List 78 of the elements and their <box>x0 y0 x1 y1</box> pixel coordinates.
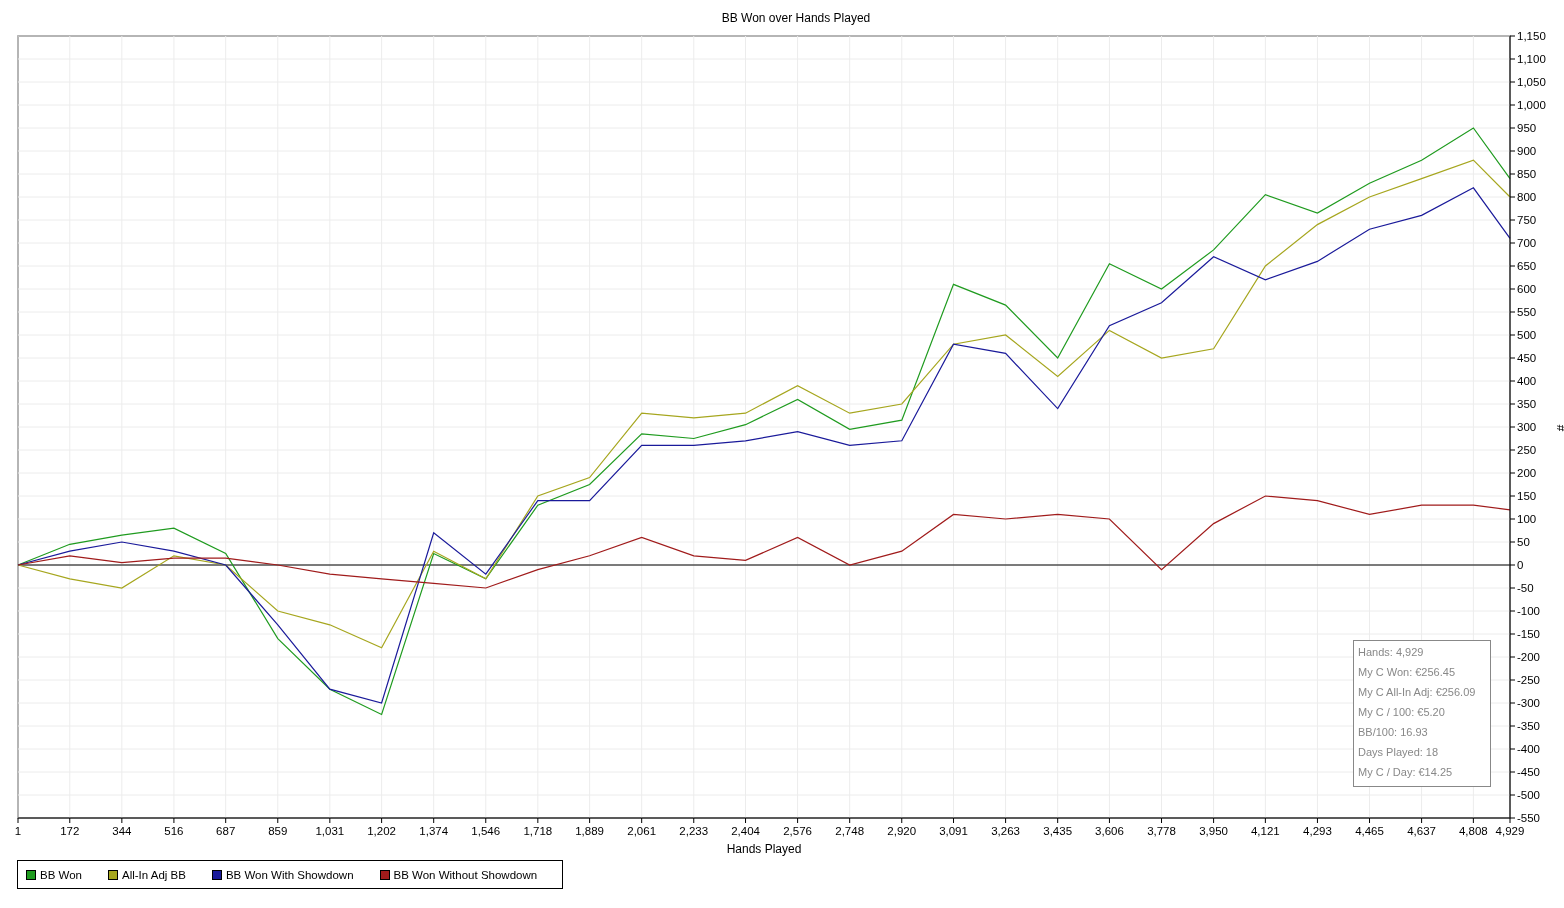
y-tick-label: 50 <box>1517 536 1530 548</box>
y-tick-label: 1,050 <box>1517 76 1546 88</box>
y-tick-label: 750 <box>1517 214 1537 226</box>
x-tick-label: 2,233 <box>679 825 709 837</box>
x-tick-label: 4,637 <box>1407 825 1436 837</box>
y-tick-label: -400 <box>1517 743 1541 755</box>
x-tick-label: 2,404 <box>731 825 760 837</box>
x-tick-label: 4,465 <box>1355 825 1384 837</box>
y-tick-label: 0 <box>1517 559 1524 571</box>
y-tick-label: 650 <box>1517 260 1537 272</box>
x-tick-label: 4,808 <box>1459 825 1488 837</box>
y-tick-label: 100 <box>1517 513 1537 525</box>
stat-text: BB/100: 16.93 <box>1358 725 1429 740</box>
y-tick-label: -50 <box>1517 582 1534 594</box>
y-tick-label: 150 <box>1517 490 1537 502</box>
y-tick-label: 500 <box>1517 329 1537 341</box>
y-tick-label: -150 <box>1517 628 1541 640</box>
x-tick-label: 344 <box>112 825 132 837</box>
x-tick-label: 3,091 <box>939 825 968 837</box>
y-tick-label: -100 <box>1517 605 1541 617</box>
y-tick-label: 400 <box>1517 375 1537 387</box>
y-tick-label: 300 <box>1517 421 1537 433</box>
x-tick-label: 4,293 <box>1303 825 1332 837</box>
y-tick-label: -350 <box>1517 720 1541 732</box>
y-tick-label: 1,150 <box>1517 30 1546 42</box>
x-tick-label: 1,202 <box>367 825 396 837</box>
y-tick-label: 600 <box>1517 283 1537 295</box>
stat-text: My C / 100: €5.20 <box>1358 705 1446 720</box>
x-tick-label: 516 <box>164 825 184 837</box>
x-tick-label: 3,435 <box>1043 825 1073 837</box>
x-tick-label: 1,374 <box>419 825 449 837</box>
y-tick-label: 900 <box>1517 145 1537 157</box>
y-tick-label: -550 <box>1517 812 1541 824</box>
x-tick-label: 4,121 <box>1251 825 1280 837</box>
x-axis-title: Hands Played <box>726 842 802 856</box>
y-tick-label: 250 <box>1517 444 1537 456</box>
x-tick-label: 687 <box>216 825 236 837</box>
x-tick-label: 859 <box>268 825 288 837</box>
legend-label: BB Won Without Showdown <box>393 868 538 881</box>
x-tick-label: 172 <box>60 825 80 837</box>
stat-text: Hands: 4,929 <box>1358 645 1425 660</box>
stat-text: My C All-In Adj: €256.09 <box>1358 685 1477 700</box>
x-tick-label: 1,889 <box>575 825 604 837</box>
y-tick-label: 200 <box>1517 467 1537 479</box>
y-tick-label: 550 <box>1517 306 1537 318</box>
x-tick-label: 1,031 <box>315 825 345 837</box>
y-tick-label: 700 <box>1517 237 1537 249</box>
y-tick-label: 800 <box>1517 191 1537 203</box>
y-tick-label: -300 <box>1517 697 1541 709</box>
stat-text: Days Played: 18 <box>1358 745 1440 760</box>
stat-text: My C Won: €256.45 <box>1358 665 1456 680</box>
y-tick-label: -200 <box>1517 651 1541 663</box>
y-tick-label: 350 <box>1517 398 1537 410</box>
x-tick-label: 3,778 <box>1147 825 1176 837</box>
legend-label: BB Won With Showdown <box>225 868 354 881</box>
x-tick-label: 1,718 <box>523 825 553 837</box>
legend-label: BB Won <box>40 868 82 881</box>
y-tick-label: 950 <box>1517 122 1537 134</box>
x-tick-label: 1,546 <box>471 825 501 837</box>
x-tick-label: 1 <box>14 825 22 837</box>
x-tick-label: 3,606 <box>1095 825 1124 837</box>
x-tick-label: 2,576 <box>783 825 812 837</box>
x-tick-label: 2,748 <box>835 825 865 837</box>
y-tick-label: -250 <box>1517 674 1541 686</box>
y-tick-label: -500 <box>1517 789 1541 801</box>
x-tick-label: 3,263 <box>991 825 1020 837</box>
y-tick-label: 450 <box>1517 352 1537 364</box>
x-tick-label: 2,061 <box>627 825 657 837</box>
legend-label: All-In Adj BB <box>122 868 186 881</box>
y-tick-label: -450 <box>1517 766 1541 778</box>
y-tick-label: 850 <box>1517 168 1537 180</box>
chart-title: BB Won over Hands Played <box>721 11 871 25</box>
y-tick-label: 1,100 <box>1517 53 1546 65</box>
x-tick-label: 3,950 <box>1199 825 1228 837</box>
stat-text: My C / Day: €14.25 <box>1358 765 1454 780</box>
x-tick-label: 2,920 <box>887 825 917 837</box>
y-tick-label: 1,000 <box>1517 99 1546 111</box>
x-tick-label: 4,929 <box>1495 825 1525 837</box>
